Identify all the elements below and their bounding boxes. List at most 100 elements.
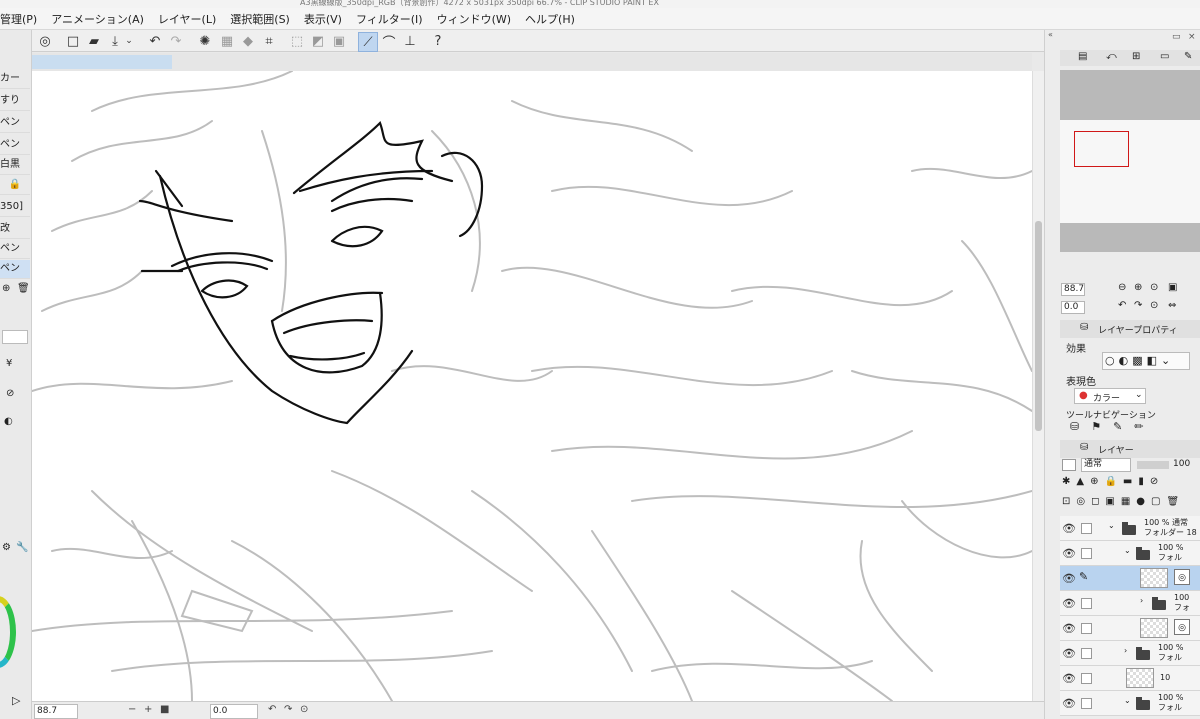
open-folder-icon[interactable]: ▰	[85, 32, 103, 50]
transform-icon[interactable]: ⌗	[260, 32, 278, 50]
sub-tool-item[interactable]: 350]	[0, 198, 30, 217]
navigator-frame[interactable]	[1074, 131, 1129, 167]
close-icon[interactable]: ×	[1188, 32, 1196, 42]
flip-icon[interactable]: ⇔	[1168, 300, 1176, 311]
layer-checkbox[interactable]	[1081, 648, 1092, 659]
panel-menu-icon[interactable]: ▭	[1172, 32, 1181, 42]
menu-window[interactable]: ウィンドウ(W)	[437, 11, 511, 27]
layer-action-icons[interactable]: ⊡◎◻▣▦●▢🗑	[1062, 496, 1200, 510]
opacity-slider[interactable]	[1137, 461, 1169, 469]
eye-icon[interactable]: 👁	[1062, 622, 1076, 635]
layers-icon[interactable]: ⛁	[1080, 442, 1088, 453]
layer-checkbox[interactable]	[1081, 598, 1092, 609]
loading-spinner-icon[interactable]: ✺	[196, 32, 214, 50]
eye-icon[interactable]: 👁	[1062, 572, 1076, 585]
menu-help[interactable]: ヘルプ(H)	[525, 11, 575, 27]
layer-option-icons[interactable]: ✱▲⊕🔒▬▮⊘	[1062, 476, 1200, 490]
settings-icon[interactable]: ⚙	[2, 542, 11, 553]
layer-property-icon[interactable]: ⛁	[1080, 322, 1088, 333]
rotation-field[interactable]: 0.0	[210, 704, 258, 719]
sub-tool-item[interactable]: すり	[0, 92, 30, 111]
play-icon[interactable]: ▷	[12, 694, 20, 707]
layer-checkbox[interactable]	[1081, 548, 1092, 559]
delete-icon[interactable]: 🗑	[17, 283, 30, 294]
mask-icon[interactable]: ◎	[1174, 569, 1190, 585]
option-icon[interactable]: ⊘	[6, 388, 14, 399]
sub-tool-item-selected[interactable]: ペン	[0, 260, 30, 279]
collapse-icon[interactable]: «	[1048, 30, 1058, 40]
snap-grid-icon[interactable]: ⊥	[401, 32, 419, 50]
selection-border-icon[interactable]: ▣	[330, 32, 348, 50]
eye-icon[interactable]: 👁	[1062, 672, 1076, 685]
opacity-value[interactable]: 100	[1173, 459, 1190, 469]
sub-tool-item[interactable]: カー	[0, 70, 30, 89]
chevron-right-icon[interactable]: ›	[1140, 596, 1143, 605]
rotate-left-icon[interactable]: ↶	[1118, 300, 1126, 311]
eye-icon[interactable]: 👁	[1062, 522, 1076, 535]
menu-layer[interactable]: レイヤー(L)	[158, 11, 216, 27]
rotate-right-icon[interactable]: ↷	[284, 704, 292, 715]
eye-icon[interactable]: 👁	[1062, 647, 1076, 660]
invert-selection-icon[interactable]: ◩	[309, 32, 327, 50]
layer-checkbox[interactable]	[1081, 623, 1092, 634]
brush-icon[interactable]: ✎	[1184, 51, 1192, 62]
sub-tool-item[interactable]: ペン	[0, 240, 30, 259]
eye-icon[interactable]: 👁	[1062, 597, 1076, 610]
zoom-in-icon[interactable]: +	[144, 704, 152, 715]
layer-row[interactable]: 👁 ◎	[1060, 616, 1200, 641]
fit-icon[interactable]: ■	[160, 704, 169, 715]
menu-manage[interactable]: 管理(P)	[0, 11, 37, 27]
lock-icon[interactable]: 🔒	[0, 176, 30, 195]
info-icon[interactable]: ⊞	[1132, 51, 1140, 62]
expression-color-select[interactable]: ● カラー ⌄	[1074, 388, 1146, 404]
history-icon[interactable]: ▭	[1160, 51, 1169, 62]
drawing-canvas[interactable]	[32, 71, 1032, 701]
sub-tool-item[interactable]: 改	[0, 220, 30, 239]
chevron-down-icon[interactable]: ⌄	[1108, 521, 1115, 530]
fit-view-icon[interactable]: ⊙	[1150, 282, 1158, 293]
help-icon[interactable]: ?	[429, 32, 447, 50]
canvas-vertical-scrollbar[interactable]	[1032, 71, 1044, 701]
menu-animation[interactable]: アニメーション(A)	[51, 11, 144, 27]
deselect-icon[interactable]: ⬚	[288, 32, 306, 50]
blend-mode-select[interactable]: 通常	[1081, 458, 1131, 472]
new-file-icon[interactable]: □	[64, 32, 82, 50]
eye-icon[interactable]: 👁	[1062, 697, 1076, 710]
sub-view-icon[interactable]: ⤺	[1106, 51, 1117, 62]
rotate-right-icon[interactable]: ↷	[1134, 300, 1142, 311]
save-icon[interactable]: ⤓	[106, 32, 124, 50]
snap-special-ruler-icon[interactable]: ⌒	[380, 32, 398, 51]
add-sub-tool-icon[interactable]: ⊕	[2, 283, 10, 294]
actual-size-icon[interactable]: ▣	[1168, 282, 1177, 293]
undo-icon[interactable]: ↶	[146, 32, 164, 50]
ruler-snap-icon[interactable]: ⟋	[358, 32, 378, 52]
stroke-option-icon[interactable]: ¥	[6, 358, 12, 369]
effect-buttons[interactable]: ○◐▩◧⌄	[1102, 352, 1190, 370]
zoom-out-icon[interactable]: −	[128, 704, 136, 715]
sub-tool-item[interactable]: ペン	[0, 114, 30, 133]
reset-rotation-icon[interactable]: ⊙	[300, 704, 308, 715]
scrollbar-thumb[interactable]	[1035, 221, 1042, 431]
wrench-icon[interactable]: 🔧	[16, 542, 28, 553]
layer-row[interactable]: 👁 ⌄ 100 % フォル	[1060, 691, 1200, 716]
sub-tool-item[interactable]: ペン	[0, 136, 30, 155]
layer-row-selected[interactable]: 👁 ✎ ◎	[1060, 566, 1200, 591]
layer-checkbox[interactable]	[1081, 698, 1092, 709]
eye-icon[interactable]: 👁	[1062, 547, 1076, 560]
clear-icon[interactable]: ▦	[218, 32, 236, 50]
canvas-tab[interactable]	[32, 55, 172, 69]
layer-checkbox[interactable]	[1081, 673, 1092, 684]
toggle-icon[interactable]: ◐	[4, 416, 13, 427]
layer-row[interactable]: 👁 10	[1060, 666, 1200, 691]
redo-icon[interactable]: ↷	[167, 32, 185, 50]
menu-view[interactable]: 表示(V)	[304, 11, 342, 27]
fill-icon[interactable]: ◆	[239, 32, 257, 50]
chevron-down-icon[interactable]: ⌄	[124, 32, 134, 50]
tool-navigation-icons[interactable]: ⛁⚑✎✏	[1070, 420, 1200, 438]
layer-row[interactable]: 👁 › 100 フォ	[1060, 591, 1200, 616]
zoom-out-icon[interactable]: ⊖	[1118, 282, 1126, 293]
layer-row[interactable]: 👁 › 100 % フォル	[1060, 641, 1200, 666]
navigator-angle-field[interactable]: 0.0	[1061, 301, 1085, 314]
zoom-in-icon[interactable]: ⊕	[1134, 282, 1142, 293]
reset-rotation-icon[interactable]: ⊙	[1150, 300, 1158, 311]
